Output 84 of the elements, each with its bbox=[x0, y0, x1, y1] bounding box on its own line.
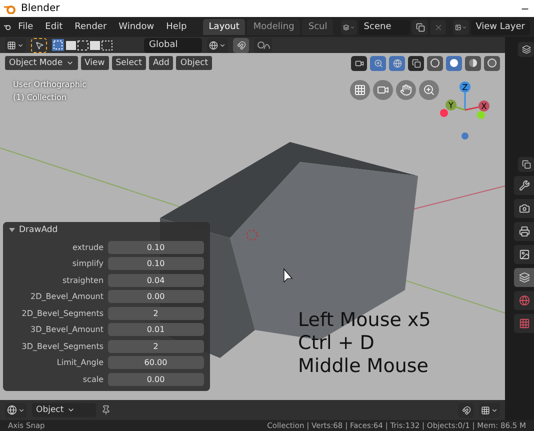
properties-tab[interactable] bbox=[514, 268, 534, 287]
field-label: 3D_Bevel_Amount bbox=[30, 325, 104, 334]
image-icon bbox=[518, 249, 530, 260]
logo-icon bbox=[4, 4, 16, 14]
image-icon[interactable] bbox=[452, 20, 469, 34]
view-menu[interactable]: Object bbox=[176, 56, 212, 70]
proportional-icon[interactable] bbox=[254, 38, 272, 52]
sphere-icon bbox=[468, 58, 478, 68]
zoom-icon[interactable] bbox=[419, 80, 439, 100]
snap-icon[interactable] bbox=[458, 402, 474, 418]
triangle-icon bbox=[9, 227, 15, 233]
select-tool-icon[interactable] bbox=[31, 38, 47, 52]
axis-dot[interactable] bbox=[462, 132, 468, 140]
axis-dot[interactable] bbox=[440, 109, 448, 117]
scene-field[interactable]: Scene bbox=[358, 20, 410, 34]
view-name: User Orthographic bbox=[13, 80, 87, 89]
number-field[interactable]: 0.01 bbox=[108, 323, 204, 336]
field-label: 3D_Bevel_Segments bbox=[20, 342, 104, 350]
cursor-icon bbox=[283, 268, 293, 283]
camera-icon[interactable] bbox=[373, 80, 393, 100]
checker-icon bbox=[518, 318, 530, 329]
camera-icon bbox=[518, 203, 530, 214]
layers-icon bbox=[518, 272, 530, 283]
field-label: straighten bbox=[62, 276, 104, 284]
shading-button[interactable] bbox=[465, 56, 481, 70]
number-field[interactable]: 0.00 bbox=[108, 290, 204, 303]
grid-icon[interactable] bbox=[479, 402, 500, 418]
hand-icon[interactable] bbox=[396, 80, 416, 100]
field-label: extrude bbox=[72, 242, 104, 252]
field-label: scale bbox=[82, 374, 104, 384]
z-axis-handle[interactable]: Z bbox=[460, 82, 470, 110]
view-menu[interactable]: Select bbox=[112, 56, 146, 70]
wrench-icon bbox=[518, 180, 530, 191]
properties-tab[interactable] bbox=[514, 199, 534, 218]
sphere-icon bbox=[487, 58, 497, 68]
key-caption: Middle Mouse bbox=[298, 355, 430, 378]
menu-item[interactable]: Window bbox=[114, 20, 160, 34]
properties-tab[interactable] bbox=[514, 222, 534, 241]
key-caption: Left Mouse x5 bbox=[298, 309, 431, 332]
snap-icon[interactable] bbox=[233, 38, 249, 52]
properties-tab[interactable] bbox=[514, 176, 534, 195]
object-dropdown[interactable]: Object bbox=[32, 403, 96, 417]
copy-icon[interactable] bbox=[412, 20, 428, 34]
view-menu[interactable]: Add bbox=[148, 56, 174, 70]
window-title: Blender bbox=[21, 3, 61, 14]
scene-icon[interactable] bbox=[340, 20, 357, 34]
field-label: 2D_Bevel_Amount bbox=[30, 292, 104, 301]
mode-dropdown[interactable]: Object Mode bbox=[5, 56, 78, 70]
view-layer-field[interactable]: View Layer bbox=[470, 20, 530, 34]
caret-icon bbox=[66, 59, 74, 67]
menu-item[interactable]: File bbox=[13, 20, 38, 34]
x-axis-handle[interactable]: X bbox=[464, 100, 490, 112]
number-field[interactable]: 60.00 bbox=[108, 356, 204, 369]
workspace-tab[interactable]: Scul bbox=[302, 19, 334, 35]
globe-icon bbox=[518, 295, 530, 306]
number-field[interactable]: 0.10 bbox=[108, 257, 204, 270]
selection-modes-icon[interactable] bbox=[52, 39, 114, 51]
number-field[interactable]: 2 bbox=[108, 306, 204, 320]
workspace-tab[interactable]: Modeling bbox=[247, 19, 300, 35]
shading-button[interactable] bbox=[446, 56, 462, 70]
pin-icon[interactable] bbox=[101, 405, 111, 415]
menu-item[interactable]: Edit bbox=[40, 20, 68, 34]
menu-item[interactable]: Render bbox=[70, 20, 112, 34]
collection-label: (1) Collection bbox=[13, 93, 68, 102]
number-field[interactable]: 0.10 bbox=[108, 240, 204, 254]
workspace-tab[interactable]: Layout bbox=[202, 19, 246, 35]
view-menu[interactable]: View bbox=[80, 56, 109, 70]
field-label: Limit_Angle bbox=[56, 358, 104, 367]
shading-button[interactable] bbox=[427, 56, 443, 70]
shading-button[interactable] bbox=[484, 56, 500, 70]
properties-tab[interactable] bbox=[514, 245, 534, 264]
panel-title[interactable]: DrawAdd bbox=[9, 225, 204, 235]
number-field[interactable]: 0.04 bbox=[108, 274, 204, 286]
menu-item[interactable]: Help bbox=[161, 20, 192, 34]
field-label: 2D_Bevel_Segments bbox=[20, 308, 104, 318]
printer-icon bbox=[518, 226, 530, 237]
caret-icon bbox=[66, 406, 75, 414]
logo-icon[interactable] bbox=[4, 22, 12, 32]
orientation-dropdown[interactable]: Global bbox=[144, 38, 202, 52]
key-caption: Ctrl + D bbox=[298, 332, 376, 355]
number-field[interactable]: 2 bbox=[108, 340, 204, 352]
number-field[interactable]: 0.00 bbox=[108, 372, 204, 386]
axis-dot[interactable] bbox=[477, 111, 485, 119]
field-label: simplify bbox=[71, 259, 104, 268]
